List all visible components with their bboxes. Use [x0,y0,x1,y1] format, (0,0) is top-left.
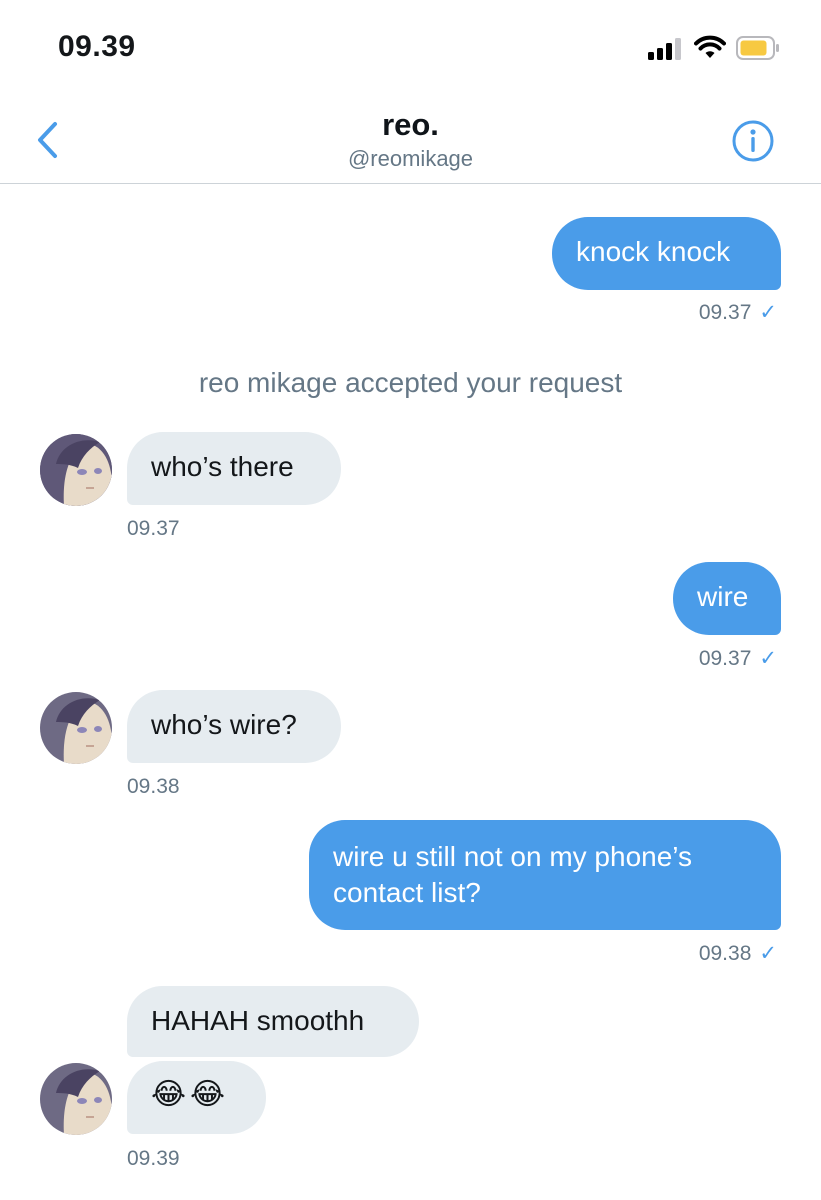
message-timestamp: 09.37 ✓ [698,647,777,670]
avatar[interactable] [40,1063,112,1135]
message-bubble-incoming[interactable]: who’s there [127,432,341,505]
message-text: HAHAH smoothh [151,1005,365,1036]
message-bubble-incoming[interactable]: HAHAH smoothh [127,986,419,1057]
checkmark-icon: ✓ [759,301,777,324]
message-bubble-incoming[interactable]: who’s wire? [127,690,341,763]
message-timestamp: 09.38 ✓ [698,942,777,965]
status-bar: 09.39 [0,0,821,95]
message-text: wire [697,581,749,612]
cellular-signal-icon [648,38,682,60]
status-clock: 09.39 [58,30,136,63]
message-timestamp: 09.37 ✓ [698,301,777,324]
wifi-icon [694,35,726,58]
message-text: knock knock [576,236,731,267]
conversation-handle: @reomikage [347,146,474,171]
battery-icon [736,36,779,60]
message-timestamp: 09.38 [127,775,180,798]
message-bubble-outgoing[interactable]: wire [673,562,781,635]
message-emoji: 😂😂 [151,1078,230,1111]
message-bubble-outgoing[interactable]: wire u still not on my phone’s contact l… [309,820,781,930]
checkmark-icon: ✓ [759,942,777,965]
message-text-line: contact list? [333,877,481,908]
avatar[interactable] [40,692,112,764]
message-bubble-outgoing[interactable]: knock knock [552,217,781,290]
message-bubble-incoming[interactable]: 😂😂 [127,1061,266,1134]
avatar[interactable] [40,434,112,506]
conversation-header: reo. @reomikage [0,95,821,184]
message-text: who’s there [151,451,294,482]
message-timestamp: 09.39 [127,1147,180,1170]
info-circle-icon[interactable] [731,119,775,163]
message-timestamp: 09.37 [127,517,180,540]
checkmark-icon: ✓ [759,647,777,670]
message-text: who’s wire? [151,709,297,740]
message-text-line: wire u still not on my phone’s [333,841,692,872]
system-message: reo mikage accepted your request [198,367,623,398]
conversation-title: reo. [382,107,439,142]
